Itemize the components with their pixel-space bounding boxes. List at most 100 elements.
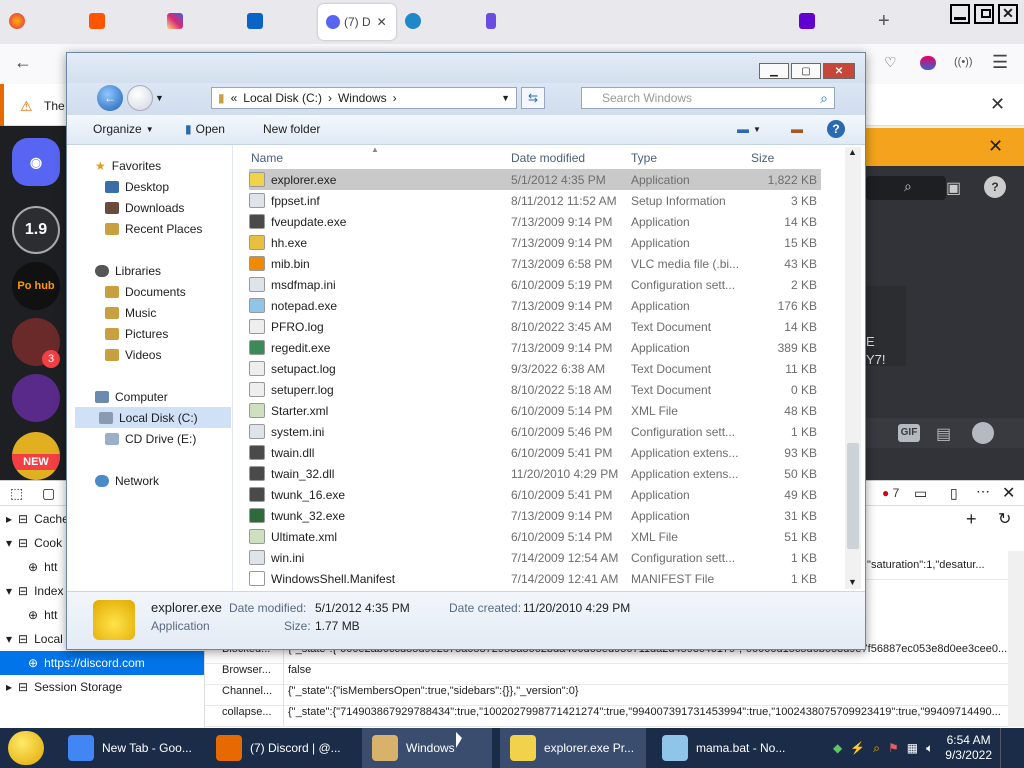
nav-pictures[interactable]: Pictures	[105, 323, 168, 344]
new-tab-icon[interactable]: +	[878, 10, 890, 33]
nav-libraries[interactable]: Libraries	[95, 260, 161, 281]
column-header-type[interactable]: Type	[631, 151, 657, 165]
taskbar-item[interactable]: mama.bat - No...	[652, 728, 802, 768]
file-row[interactable]: fppset.inf 8/11/2012 11:52 AM Setup Inform…	[249, 190, 821, 211]
nav-local-disk[interactable]: Local Disk (C:)	[75, 407, 231, 428]
address-overflow[interactable]: «	[231, 91, 238, 105]
new-folder-button[interactable]: New folder	[263, 122, 320, 136]
file-row[interactable]: system.ini 6/10/2009 5:46 PM Configuration…	[249, 421, 821, 442]
close-window-icon[interactable]: ✕	[998, 4, 1018, 24]
tray-security-icon[interactable]: ⚡	[850, 741, 865, 755]
address-bar[interactable]: ▮ « Local Disk (C:) › Windows › ▼	[211, 87, 517, 109]
file-row[interactable]: hh.exe 7/13/2009 9:14 PM Application 15 KB	[249, 232, 821, 253]
edge-tab[interactable]	[400, 6, 426, 36]
inspect-icon[interactable]: ⬚	[10, 485, 23, 502]
discord-home-icon[interactable]: ◉	[12, 138, 60, 186]
tray-flag-icon[interactable]: ⚑	[888, 741, 899, 755]
nav-cd-drive[interactable]: CD Drive (E:)	[105, 428, 196, 449]
sticker-icon[interactable]: ▤	[936, 424, 951, 444]
file-row[interactable]: msdfmap.ini 6/10/2009 5:19 PM Configuratio…	[249, 274, 821, 295]
responsive-icon[interactable]: ▢	[42, 485, 55, 502]
taskbar-item[interactable]: (7) Discord | @...	[206, 728, 356, 768]
nav-computer[interactable]: Computer	[95, 386, 168, 407]
file-list-scrollbar[interactable]: ▲ ▼	[845, 147, 861, 589]
scrollbar-thumb[interactable]	[847, 443, 859, 549]
issues-icon[interactable]: ● 7	[882, 486, 899, 500]
server-19[interactable]: 1.9	[12, 206, 60, 254]
nav-music[interactable]: Music	[105, 302, 156, 323]
more-icon[interactable]: ⋯	[976, 483, 990, 500]
refresh-icon[interactable]: ↻	[998, 509, 1011, 529]
file-row[interactable]: PFRO.log 8/10/2022 3:45 AM Text Document 14…	[249, 316, 821, 337]
preview-pane-button[interactable]: ▬	[791, 122, 803, 136]
file-row[interactable]: twunk_16.exe 6/10/2009 5:41 PM Application…	[249, 484, 821, 505]
tree-sessionstorage[interactable]: ▸ ⊟ Session Storage	[0, 675, 204, 699]
file-row[interactable]: mib.bin 7/13/2009 6:58 PM VLC media file (…	[249, 253, 821, 274]
file-row[interactable]: fveupdate.exe 7/13/2009 9:14 PM Applicatio…	[249, 211, 821, 232]
start-button-icon[interactable]	[8, 731, 44, 765]
table-row[interactable]: Channel... {"_state":{"isMembersOpen":tru…	[204, 685, 1024, 706]
nav-downloads[interactable]: Downloads	[105, 197, 184, 218]
help-button-icon[interactable]: ?	[827, 120, 845, 138]
server-ph[interactable]: Po hub	[12, 262, 60, 310]
nav-documents[interactable]: Documents	[105, 281, 186, 302]
organize-button[interactable]: Organize ▼	[93, 122, 154, 136]
instagram-tab[interactable]	[162, 6, 188, 36]
search-icon[interactable]: ⌕	[820, 90, 828, 107]
explorer-maximize-button[interactable]: ▢	[791, 63, 821, 79]
scroll-up-icon[interactable]: ▲	[848, 147, 857, 157]
nav-recent-places[interactable]: Recent Places	[105, 218, 202, 239]
breadcrumb-separator-icon[interactable]: ›	[393, 91, 397, 105]
devtools-close-icon[interactable]: ✕	[1002, 483, 1015, 503]
server-new[interactable]: NEW	[12, 432, 60, 480]
nav-network[interactable]: Network	[95, 470, 159, 491]
taskbar-item[interactable]: Windows	[362, 728, 492, 768]
tray-search-icon[interactable]: ⌕	[873, 741, 880, 756]
address-dropdown-icon[interactable]: ▼	[501, 93, 510, 103]
change-view-button[interactable]: ▬ ▼	[737, 122, 761, 136]
tray-app-icon[interactable]: ◆	[833, 741, 842, 755]
file-row[interactable]: twain_32.dll 11/20/2010 4:29 PM Applicatio…	[249, 463, 821, 484]
nav-favorites[interactable]: ★ Favorites	[95, 155, 161, 176]
explorer-minimize-button[interactable]: ▁	[759, 63, 789, 79]
file-row[interactable]: twunk_32.exe 7/13/2009 9:14 PM Application…	[249, 505, 821, 526]
banner-close-icon[interactable]: ✕	[988, 136, 1003, 157]
column-header-size[interactable]: Size	[751, 151, 774, 165]
inbox-icon[interactable]: ▣	[946, 178, 961, 198]
file-row[interactable]: Ultimate.xml 6/10/2009 5:14 PM XML File 51 …	[249, 526, 821, 547]
pocket-icon[interactable]: ♡	[884, 54, 897, 71]
restore-icon[interactable]	[974, 4, 994, 24]
dock-icon[interactable]: ▭	[914, 485, 927, 502]
file-row[interactable]: win.ini 7/14/2009 12:54 AM Configuration s…	[249, 547, 821, 568]
open-button[interactable]: ▮ Open	[185, 122, 225, 136]
breadcrumb-windows[interactable]: Windows	[338, 91, 387, 105]
taskbar-item[interactable]: New Tab - Goo...	[58, 728, 204, 768]
container-icon[interactable]	[920, 56, 936, 70]
file-row[interactable]: notepad.exe 7/13/2009 9:14 PM Application 1…	[249, 295, 821, 316]
back-button-icon[interactable]: ←	[97, 85, 123, 111]
split-icon[interactable]: ▯	[950, 485, 958, 502]
nav-desktop[interactable]: Desktop	[105, 176, 169, 197]
soundcloud-tab[interactable]	[84, 6, 110, 36]
refresh-button-icon[interactable]: ⇆	[521, 87, 545, 109]
breadcrumb-local-disk[interactable]: Local Disk (C:)	[243, 91, 322, 105]
nav-videos[interactable]: Videos	[105, 344, 161, 365]
file-row[interactable]: setupact.log 9/3/2022 6:38 AM Text Documen…	[249, 358, 821, 379]
file-row[interactable]: Starter.xml 6/10/2009 5:14 PM XML File 48 K…	[249, 400, 821, 421]
app-tab[interactable]	[478, 6, 504, 36]
file-row[interactable]: WindowsShell.Manifest 7/14/2009 12:41 AM M…	[249, 568, 821, 589]
extension-icon[interactable]: ((•))	[954, 56, 973, 68]
clock[interactable]: 6:54 AM 9/3/2022	[945, 733, 992, 763]
explorer-close-button[interactable]: ✕	[823, 63, 855, 79]
emoji-icon[interactable]	[972, 422, 994, 444]
table-row[interactable]: collapse... {"_state":{"71490386792978843…	[204, 706, 1024, 727]
server-avatar-2[interactable]	[12, 374, 60, 422]
explorer-titlebar[interactable]: ▁ ▢ ✕	[67, 53, 865, 83]
gif-button[interactable]: GIF	[898, 424, 920, 442]
column-header-date[interactable]: Date modified	[511, 151, 585, 165]
menu-icon[interactable]: ☰	[992, 52, 1008, 73]
add-item-icon[interactable]: +	[966, 509, 977, 530]
breadcrumb-separator-icon[interactable]: ›	[328, 91, 332, 105]
close-notification-icon[interactable]: ✕	[990, 94, 1005, 115]
tab-discord-active[interactable]: (7) D ✕	[318, 4, 396, 40]
